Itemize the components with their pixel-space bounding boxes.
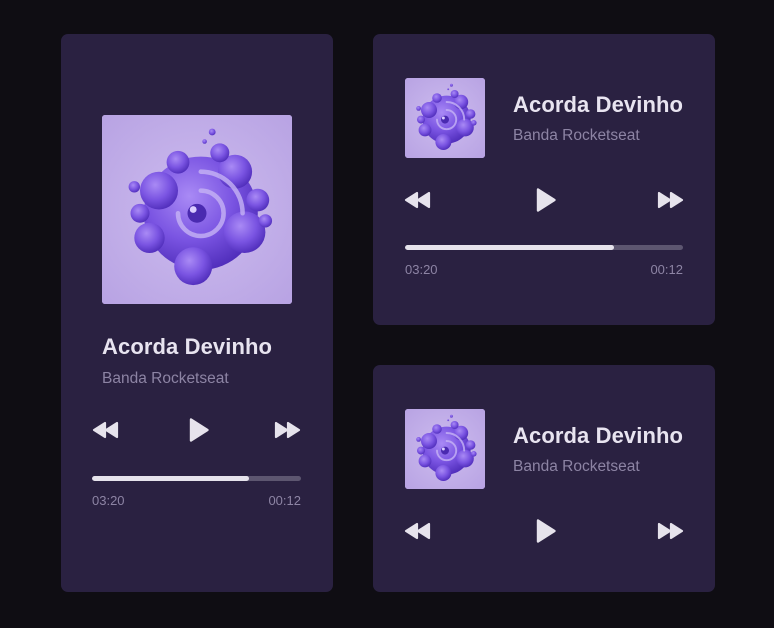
album-cover (102, 115, 292, 304)
play-icon (188, 417, 210, 443)
player-card-large: Acorda Devinho Banda Rocketseat 03:20 00… (61, 34, 333, 592)
rewind-button[interactable] (404, 521, 432, 541)
fast-forward-button[interactable] (273, 420, 301, 440)
progress-bar-fill (92, 476, 249, 481)
play-button[interactable] (535, 518, 557, 544)
progress-bar[interactable] (92, 476, 301, 481)
song-title: Acorda Devinho (513, 92, 684, 117)
song-title: Acorda Devinho (102, 334, 273, 359)
album-cover (405, 409, 485, 489)
fast-forward-icon (656, 190, 684, 210)
song-artist: Banda Rocketseat (513, 458, 640, 475)
rewind-button[interactable] (92, 420, 120, 440)
album-cover (405, 78, 485, 158)
song-artist: Banda Rocketseat (102, 370, 229, 387)
play-icon (535, 187, 557, 213)
fast-forward-icon (656, 521, 684, 541)
progress-bar-fill (405, 245, 614, 250)
player-card-compact: Acorda Devinho Banda Rocketseat 03:20 00… (373, 34, 715, 325)
fast-forward-icon (273, 420, 301, 440)
time-elapsed: 03:20 (405, 262, 438, 277)
rewind-icon (404, 521, 432, 541)
play-button[interactable] (535, 187, 557, 213)
song-title: Acorda Devinho (513, 423, 684, 448)
song-artist: Banda Rocketseat (513, 127, 640, 144)
rewind-icon (92, 420, 120, 440)
fast-forward-button[interactable] (656, 521, 684, 541)
time-remaining: 00:12 (650, 262, 683, 277)
time-remaining: 00:12 (268, 493, 301, 508)
rewind-icon (404, 190, 432, 210)
play-icon (535, 518, 557, 544)
player-card-mini: Acorda Devinho Banda Rocketseat (373, 365, 715, 592)
rewind-button[interactable] (404, 190, 432, 210)
fast-forward-button[interactable] (656, 190, 684, 210)
play-button[interactable] (188, 417, 210, 443)
progress-bar[interactable] (405, 245, 683, 250)
time-elapsed: 03:20 (92, 493, 125, 508)
